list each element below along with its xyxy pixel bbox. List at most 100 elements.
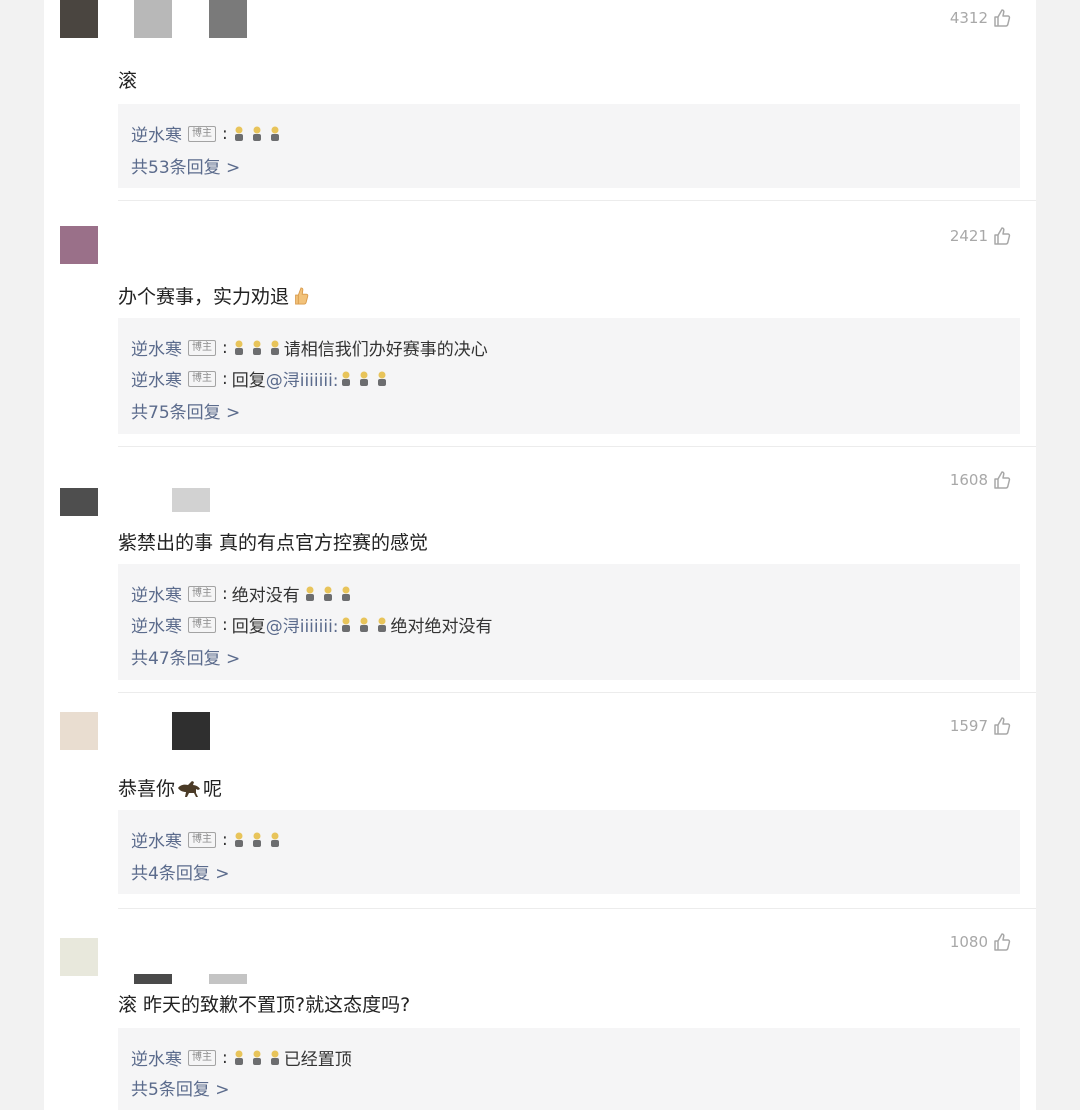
comment-text: 办个赛事，实力劝退: [118, 282, 310, 309]
mention-link[interactable]: @浔iiiiiii:: [266, 612, 339, 637]
reply-text: 请相信我们办好赛事的决心: [283, 340, 488, 360]
view-replies-link[interactable]: 共5条回复 >: [131, 1075, 229, 1100]
reply-author[interactable]: 逆水寒: [131, 1045, 182, 1070]
reply-text: 已经置顶: [283, 1050, 352, 1070]
reply-author[interactable]: 逆水寒: [131, 581, 182, 606]
comment-text-before: 恭喜你: [118, 778, 176, 800]
reply-text: 绝对绝对没有: [390, 617, 493, 637]
reply-author[interactable]: 逆水寒: [131, 335, 182, 360]
thumbs-up-icon: [994, 471, 1011, 489]
reply-box[interactable]: 逆水寒 博主 : 共53条回复 >: [118, 104, 1020, 188]
like-button[interactable]: 1080: [950, 932, 1012, 952]
view-replies-link[interactable]: 共75条回复 >: [131, 398, 240, 423]
trophy-figure-emoji: [377, 617, 386, 632]
reply-author[interactable]: 逆水寒: [131, 827, 182, 852]
author-badge: 博主: [188, 370, 216, 387]
reply-line: 逆水寒 博主 : 请相信我们办好赛事的决心: [131, 335, 488, 361]
comment-text: 恭喜你 呢: [118, 774, 222, 801]
like-button[interactable]: 1597: [950, 716, 1012, 736]
author-badge: 博主: [188, 1049, 216, 1066]
reply-box[interactable]: 逆水寒 博主 : 绝对没有 逆水寒 博主 : 回复 @浔iiiiiii: 绝对绝…: [118, 564, 1020, 680]
author-badge: 博主: [188, 585, 216, 602]
like-count: 4312: [949, 9, 988, 27]
trophy-figure-emoji: [341, 371, 350, 386]
username-redacted: [172, 488, 210, 512]
username-redacted: [209, 0, 247, 38]
trophy-figure-emoji: [234, 126, 243, 141]
divider: [118, 692, 1036, 693]
trophy-figure-emoji: [270, 1050, 279, 1065]
thumbs-up-icon: [994, 9, 1011, 27]
reply-prefix: 回复: [231, 617, 266, 637]
trophy-figure-emoji: [270, 832, 279, 847]
trophy-figure-emoji-group: [232, 1050, 282, 1066]
avatar[interactable]: [60, 226, 98, 264]
comment-text: 滚: [118, 70, 138, 92]
like-button[interactable]: 1608: [950, 470, 1012, 490]
reply-prefix: 回复: [231, 371, 266, 391]
like-count: 2421: [949, 227, 988, 245]
thumbs-up-icon: [994, 717, 1011, 735]
username-redacted: [134, 974, 172, 984]
like-count: 1080: [949, 933, 988, 951]
avatar[interactable]: [60, 712, 98, 750]
author-badge: 博主: [188, 339, 216, 356]
trophy-figure-emoji-group: [303, 586, 353, 602]
view-replies-link[interactable]: 共47条回复 >: [131, 644, 240, 669]
thumbs-up-icon: [994, 227, 1011, 245]
comment-text: 紫禁出的事 真的有点官方控赛的感觉: [118, 532, 429, 554]
reply-line: 逆水寒 博主 :: [131, 121, 284, 146]
avatar[interactable]: [60, 938, 98, 976]
trophy-figure-emoji: [252, 126, 261, 141]
thumbs-up-icon: [994, 933, 1011, 951]
thumbs-up-emoji: [295, 286, 309, 305]
author-badge: 博主: [188, 831, 216, 848]
view-replies-link[interactable]: 共53条回复 >: [131, 153, 240, 178]
avatar[interactable]: [60, 0, 98, 38]
like-button[interactable]: 4312: [950, 8, 1012, 28]
reply-line: 逆水寒 博主 :: [131, 827, 284, 852]
divider: [118, 200, 1036, 201]
trophy-figure-emoji: [234, 832, 243, 847]
author-badge: 博主: [188, 125, 216, 142]
mention-link[interactable]: @浔iiiiiii:: [266, 366, 339, 391]
comment-text: 滚 昨天的致歉不置顶?就这态度吗?: [118, 994, 411, 1016]
trophy-figure-emoji-group: [339, 371, 389, 387]
like-count: 1608: [949, 471, 988, 489]
trophy-figure-emoji: [323, 586, 332, 601]
trophy-figure-emoji-group: [339, 617, 389, 633]
trophy-figure-emoji-group: [232, 832, 282, 848]
divider: [118, 446, 1036, 447]
reply-author[interactable]: 逆水寒: [131, 366, 182, 391]
trophy-figure-emoji: [252, 340, 261, 355]
view-replies-link[interactable]: 共4条回复 >: [131, 859, 229, 884]
trophy-figure-emoji: [252, 1050, 261, 1065]
reply-text: 绝对没有: [231, 586, 300, 606]
trophy-figure-emoji: [305, 586, 314, 601]
reply-author[interactable]: 逆水寒: [131, 121, 182, 146]
trophy-figure-emoji: [252, 832, 261, 847]
trophy-figure-emoji: [270, 126, 279, 141]
trophy-figure-emoji: [341, 586, 350, 601]
reply-line: 逆水寒 博主 : 回复 @浔iiiiiii: 绝对绝对没有: [131, 612, 493, 638]
username-redacted: [172, 712, 210, 750]
comment-text-content: 办个赛事，实力劝退: [118, 286, 290, 308]
divider: [118, 908, 1036, 909]
reply-line: 逆水寒 博主 : 绝对没有: [131, 581, 355, 606]
reply-author[interactable]: 逆水寒: [131, 612, 182, 637]
trophy-figure-emoji: [359, 617, 368, 632]
reply-box[interactable]: 逆水寒 博主 : 已经置顶 共5条回复 >: [118, 1028, 1020, 1110]
like-button[interactable]: 2421: [950, 226, 1012, 246]
horse-emoji: [178, 780, 201, 797]
trophy-figure-emoji-group: [232, 126, 282, 142]
comment-text-after: 呢: [203, 778, 223, 800]
reply-line: 逆水寒 博主 : 回复 @浔iiiiiii:: [131, 366, 391, 391]
reply-box[interactable]: 逆水寒 博主 : 请相信我们办好赛事的决心 逆水寒 博主 : 回复 @浔iiii…: [118, 318, 1020, 434]
comment-list: 4312 滚 逆水寒 博主 : 共53条回复 > 2421 办个赛事，实力劝退 …: [44, 0, 1036, 1110]
avatar[interactable]: [60, 488, 98, 516]
author-badge: 博主: [188, 616, 216, 633]
reply-box[interactable]: 逆水寒 博主 : 共4条回复 >: [118, 810, 1020, 894]
trophy-figure-emoji: [359, 371, 368, 386]
username-redacted: [209, 974, 247, 984]
trophy-figure-emoji-group: [232, 340, 282, 356]
